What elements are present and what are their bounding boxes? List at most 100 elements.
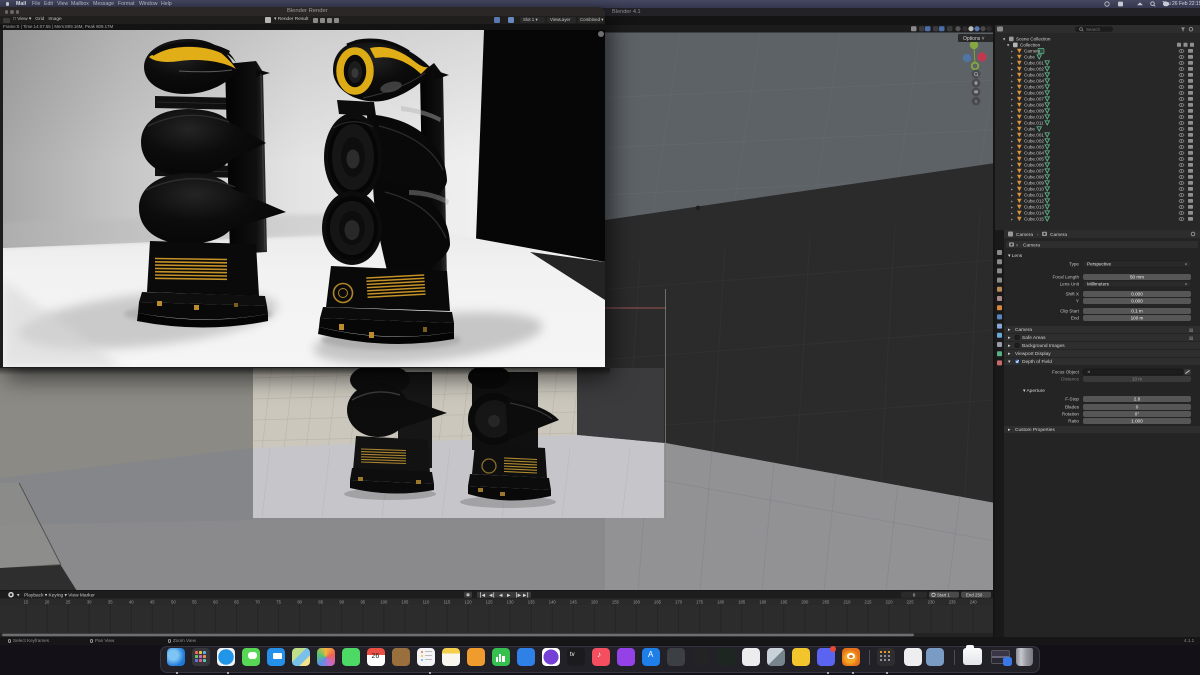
svg-text:90: 90 (339, 600, 344, 605)
svg-text:50 mm: 50 mm (1130, 275, 1144, 280)
svg-text:110: 110 (423, 600, 430, 605)
svg-text:Start 1: Start 1 (937, 592, 950, 597)
svg-text:1.000: 1.000 (1131, 419, 1143, 424)
svg-text:Cube.003: Cube.003 (1024, 73, 1044, 78)
svg-text:65: 65 (234, 600, 239, 605)
svg-text:170: 170 (675, 600, 683, 605)
svg-text:0°: 0° (1135, 412, 1140, 417)
svg-text:▾ Lens: ▾ Lens (1008, 253, 1023, 259)
svg-text:25: 25 (66, 600, 71, 605)
svg-text:Cube.004: Cube.004 (1024, 151, 1044, 156)
svg-text:180: 180 (717, 600, 725, 605)
svg-text:▸: ▸ (1011, 192, 1013, 197)
svg-text:55: 55 (192, 600, 197, 605)
svg-text:Camera: Camera (1023, 242, 1040, 248)
svg-text:115: 115 (444, 600, 451, 605)
svg-text:140: 140 (549, 600, 557, 605)
svg-text:2.8: 2.8 (1134, 397, 1141, 402)
svg-text:95: 95 (360, 600, 365, 605)
svg-text:Cube.007: Cube.007 (1024, 169, 1044, 174)
svg-text:┃◀: ┃◀ (479, 592, 486, 597)
svg-text:▤: ▤ (1189, 327, 1194, 332)
svg-text:▤: ▤ (1189, 335, 1194, 340)
svg-text:End: End (1071, 316, 1080, 321)
svg-text:Camera: Camera (1016, 232, 1033, 238)
svg-text:Type: Type (1069, 262, 1079, 267)
svg-text:Cube.005: Cube.005 (1024, 157, 1044, 162)
svg-text:230: 230 (928, 600, 936, 605)
svg-text:10 m: 10 m (1132, 377, 1142, 382)
svg-text:Cube.001: Cube.001 (1024, 133, 1044, 138)
svg-text:Focus Object: Focus Object (1052, 370, 1080, 375)
svg-text:195: 195 (780, 600, 788, 605)
svg-text:Distance: Distance (1061, 377, 1079, 382)
svg-text:▸: ▸ (1011, 120, 1013, 125)
svg-text:185: 185 (738, 600, 746, 605)
svg-text:0: 0 (1136, 405, 1139, 410)
svg-text:▾: ▾ (1185, 262, 1187, 267)
svg-text:200: 200 (801, 600, 809, 605)
svg-text:150: 150 (591, 600, 599, 605)
svg-text:225: 225 (907, 600, 915, 605)
svg-text:175: 175 (696, 600, 704, 605)
svg-text:▸: ▸ (1011, 54, 1013, 59)
svg-text:Cube.003: Cube.003 (1024, 145, 1044, 150)
svg-text:Cube.006: Cube.006 (1024, 163, 1044, 168)
svg-text:Focal Length: Focal Length (1052, 275, 1079, 280)
svg-text:20: 20 (45, 600, 50, 605)
svg-text:Lens Unit: Lens Unit (1060, 282, 1080, 287)
svg-text:▸: ▸ (1011, 156, 1013, 161)
svg-text:┃▶: ┃▶ (515, 592, 522, 597)
svg-text:▸: ▸ (1011, 48, 1013, 53)
svg-text:125: 125 (486, 600, 494, 605)
svg-text:End 250: End 250 (966, 592, 983, 597)
svg-text:▸: ▸ (1011, 114, 1013, 119)
svg-text:45: 45 (150, 600, 155, 605)
svg-text:130: 130 (507, 600, 515, 605)
svg-text:Cube.008: Cube.008 (1024, 103, 1044, 108)
svg-text:Cube.004: Cube.004 (1024, 79, 1044, 84)
svg-text:▾: ▾ (1185, 282, 1187, 287)
svg-text:40: 40 (129, 600, 134, 605)
svg-text:Search: Search (1086, 27, 1100, 32)
svg-text:Cube.005: Cube.005 (1024, 85, 1044, 90)
svg-text:Cube.009: Cube.009 (1024, 181, 1044, 186)
svg-text:Y: Y (1076, 299, 1079, 304)
svg-text:135: 135 (528, 600, 536, 605)
svg-text:▶┃: ▶┃ (523, 592, 529, 597)
svg-text:155: 155 (612, 600, 620, 605)
svg-text:Camera: Camera (1024, 49, 1041, 54)
svg-text:0.1 m: 0.1 m (1131, 309, 1143, 314)
svg-text:70: 70 (255, 600, 260, 605)
svg-text:▸: ▸ (1011, 162, 1013, 167)
svg-text:▸: ▸ (1011, 108, 1013, 113)
svg-text:100: 100 (380, 600, 388, 605)
svg-text:▸: ▸ (1011, 174, 1013, 179)
svg-text:Cube.011: Cube.011 (1024, 121, 1044, 126)
svg-text:Cube.006: Cube.006 (1024, 91, 1044, 96)
svg-text:Camera: Camera (1015, 327, 1032, 333)
svg-text:▸: ▸ (1011, 138, 1013, 143)
svg-text:Cube.010: Cube.010 (1024, 187, 1044, 192)
svg-text:▸: ▸ (1011, 96, 1013, 101)
svg-text:Safe Areas: Safe Areas (1022, 335, 1046, 341)
svg-text:0.000: 0.000 (1131, 292, 1143, 297)
svg-text:▸: ▸ (1011, 84, 1013, 89)
svg-text:Cube.013: Cube.013 (1024, 205, 1044, 210)
svg-text:Cube.002: Cube.002 (1024, 67, 1044, 72)
svg-text:100 m: 100 m (1131, 316, 1144, 321)
svg-text:220: 220 (886, 600, 894, 605)
svg-text:▸: ▸ (1011, 60, 1013, 65)
svg-text:Millimeters: Millimeters (1087, 282, 1110, 287)
svg-text:Cube.007: Cube.007 (1024, 97, 1044, 102)
svg-text:6: 6 (975, 99, 978, 104)
svg-text:60: 60 (213, 600, 218, 605)
svg-text:Cube.002: Cube.002 (1024, 139, 1044, 144)
svg-text:▸: ▸ (1011, 66, 1013, 71)
svg-text:0: 0 (913, 592, 916, 597)
svg-text:▾ Aperture: ▾ Aperture (1023, 388, 1045, 394)
svg-text:Collection: Collection (1020, 43, 1041, 48)
svg-text:30: 30 (87, 600, 92, 605)
svg-text:▸: ▸ (1011, 186, 1013, 191)
svg-text:50: 50 (171, 600, 176, 605)
